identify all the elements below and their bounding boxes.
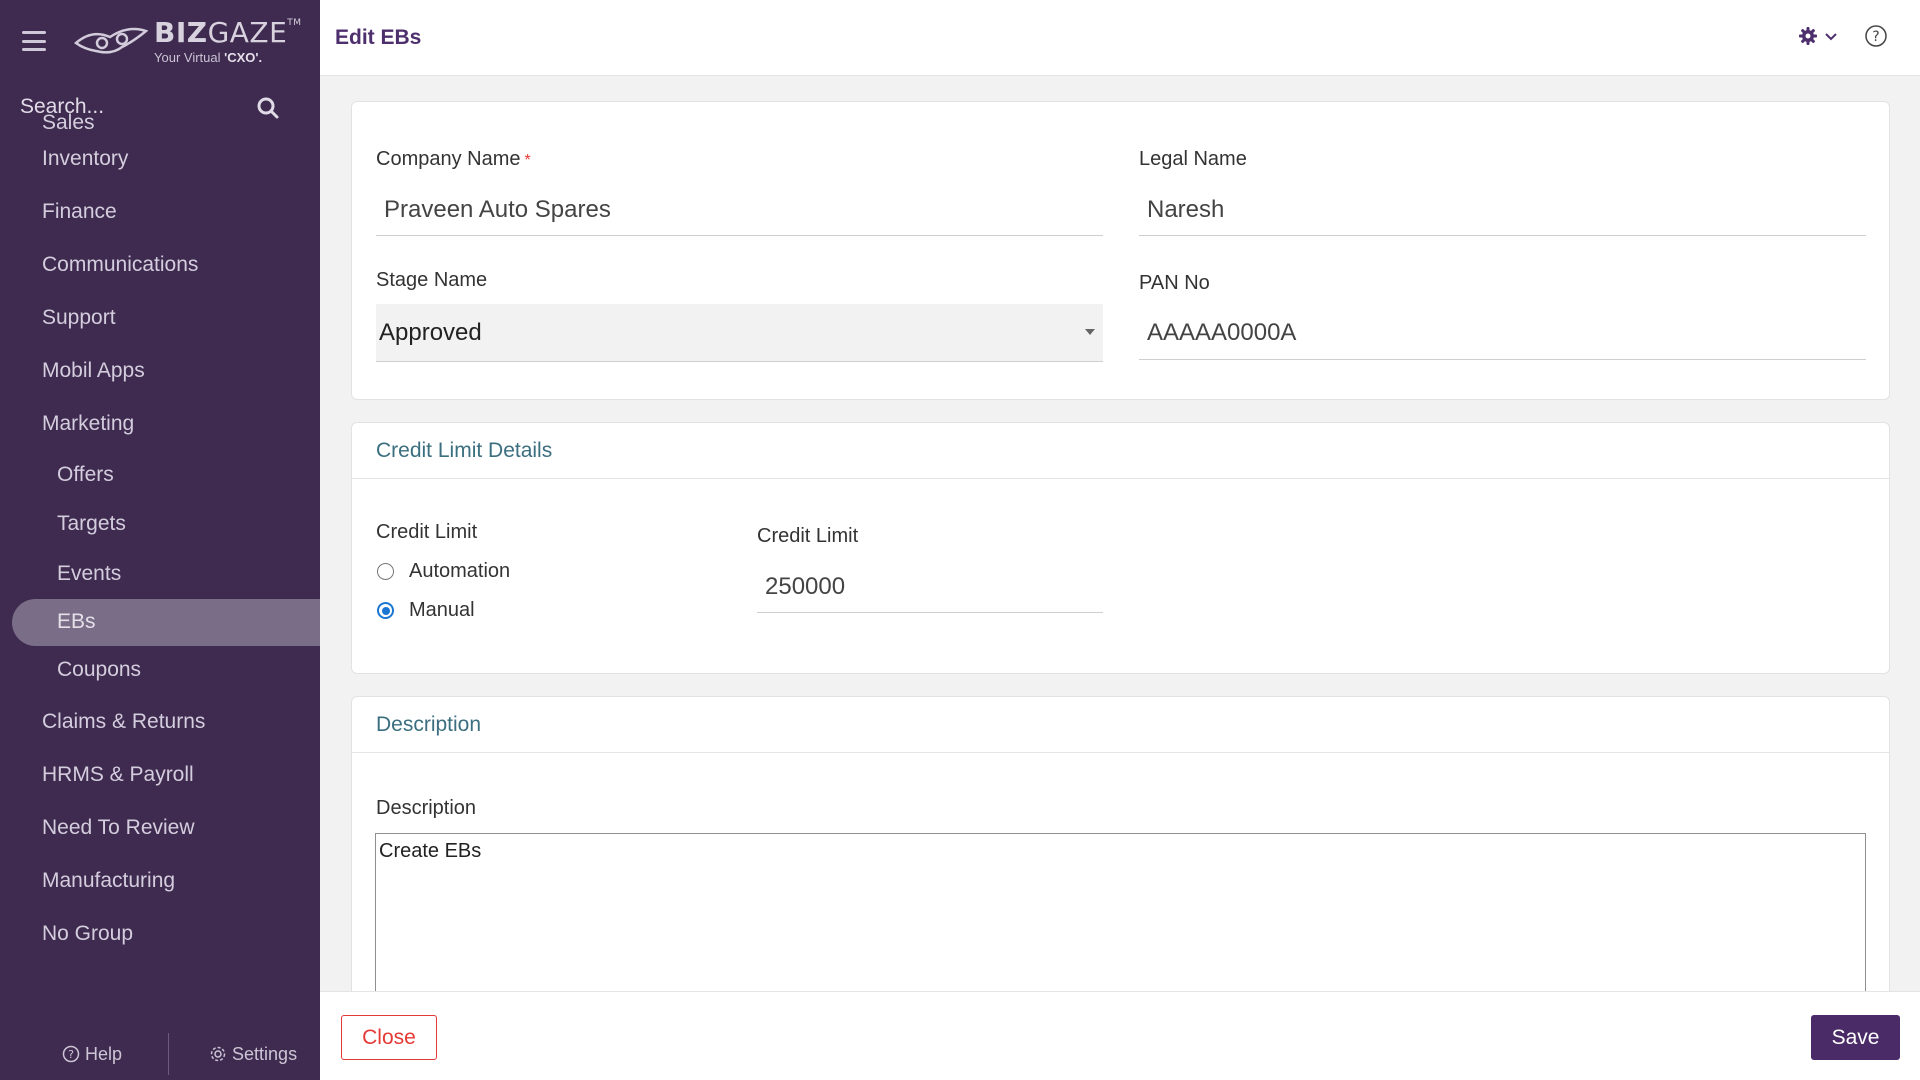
sidebar-item-manufacturing[interactable]: Manufacturing: [0, 854, 320, 907]
help-label: Help: [85, 1043, 123, 1064]
sidebar-item-finance[interactable]: Finance: [0, 185, 320, 238]
gear-icon: [1799, 27, 1817, 45]
manual-radio[interactable]: [377, 602, 394, 619]
owl-logo-icon: [74, 27, 148, 54]
legal-name-label: Legal Name: [1139, 148, 1247, 170]
help-button[interactable]: ? Help: [62, 1044, 122, 1065]
sidebar-item-claims-returns[interactable]: Claims & Returns: [0, 695, 320, 748]
sidebar-item-support[interactable]: Support: [0, 291, 320, 344]
search-icon[interactable]: [256, 96, 280, 120]
sidebar-menu: Sales Inventory Finance Communications S…: [0, 111, 320, 960]
sidebar-item-need-to-review[interactable]: Need To Review: [0, 801, 320, 854]
description-section-title: Description: [352, 697, 1889, 753]
credit-limit-automation-option[interactable]: Automation: [377, 560, 510, 583]
help-icon[interactable]: ?: [1864, 24, 1888, 48]
sidebar-item-communications[interactable]: Communications: [0, 238, 320, 291]
company-name-label: Company Name *: [376, 148, 531, 170]
settings-label: Settings: [232, 1043, 298, 1064]
credit-limit-amount-label: Credit Limit: [757, 525, 859, 547]
page-title: Edit EBs: [335, 25, 422, 49]
footer-divider: [168, 1033, 170, 1075]
required-marker: *: [524, 152, 531, 169]
pan-no-label: PAN No: [1139, 272, 1210, 294]
svg-text:?: ?: [1872, 29, 1879, 45]
sidebar-item-mobil-apps[interactable]: Mobil Apps: [0, 344, 320, 397]
credit-limit-section-title: Credit Limit Details: [352, 423, 1889, 479]
description-card: Description Description Create EBs: [351, 696, 1890, 1007]
caret-down-icon: [1085, 329, 1095, 335]
header-actions: ?: [1798, 24, 1888, 48]
basic-details-card: Company Name* Legal Name Stage Name Appr…: [351, 101, 1890, 400]
sidebar-item-sales[interactable]: Sales: [0, 108, 95, 138]
stage-name-value: Approved: [379, 318, 482, 346]
logo-title: BIZGAZETM: [154, 15, 302, 49]
sidebar-item-events[interactable]: Events: [0, 549, 320, 599]
credit-limit-radio-label: Credit Limit: [376, 521, 478, 543]
sidebar-item-targets[interactable]: Targets: [0, 500, 320, 550]
settings-button[interactable]: Settings: [209, 1044, 297, 1065]
sidebar-item-no-group[interactable]: No Group: [0, 907, 320, 960]
credit-limit-card: Credit Limit Details Credit Limit Automa…: [351, 422, 1890, 674]
credit-limit-amount-input[interactable]: [757, 561, 1103, 613]
chevron-down-icon: [1825, 33, 1837, 41]
hamburger-menu-icon[interactable]: [22, 31, 46, 51]
description-textarea[interactable]: Create EBs: [375, 833, 1866, 1007]
page-header: Edit EBs ?: [320, 0, 1920, 76]
app-logo[interactable]: BIZGAZETM Your Virtual 'CXO'.: [72, 15, 302, 65]
stage-name-label: Stage Name: [376, 269, 488, 291]
close-button[interactable]: Close: [341, 1015, 437, 1060]
automation-radio[interactable]: [377, 563, 394, 580]
sidebar: BIZGAZETM Your Virtual 'CXO'. Sales Inve…: [0, 0, 320, 1080]
help-circle-icon: ?: [62, 1045, 80, 1063]
sidebar-item-coupons[interactable]: Coupons: [0, 646, 320, 696]
sidebar-item-hrms-payroll[interactable]: HRMS & Payroll: [0, 748, 320, 801]
stage-name-select[interactable]: Approved: [376, 304, 1103, 362]
sidebar-item-marketing[interactable]: Marketing: [0, 397, 320, 450]
svg-text:?: ?: [68, 1048, 74, 1061]
pan-no-input[interactable]: [1139, 306, 1866, 360]
save-button[interactable]: Save: [1811, 1015, 1900, 1060]
gear-icon: [210, 1046, 226, 1062]
logo-tagline: Your Virtual 'CXO'.: [154, 49, 263, 65]
sidebar-header: BIZGAZETM Your Virtual 'CXO'.: [0, 0, 320, 82]
sidebar-footer: ? Help Settings: [0, 1028, 320, 1080]
manual-label: Manual: [409, 599, 475, 621]
settings-dropdown-button[interactable]: [1798, 26, 1838, 46]
form-footer: Close Save: [320, 991, 1920, 1080]
automation-label: Automation: [409, 560, 511, 582]
sidebar-item-offers[interactable]: Offers: [0, 450, 320, 500]
credit-limit-manual-option[interactable]: Manual: [377, 599, 475, 622]
sidebar-item-ebs[interactable]: EBs: [12, 598, 320, 646]
company-name-input[interactable]: [376, 184, 1103, 236]
sidebar-item-inventory[interactable]: Inventory: [0, 132, 320, 185]
description-label: Description: [376, 797, 477, 819]
legal-name-input[interactable]: [1139, 184, 1866, 236]
